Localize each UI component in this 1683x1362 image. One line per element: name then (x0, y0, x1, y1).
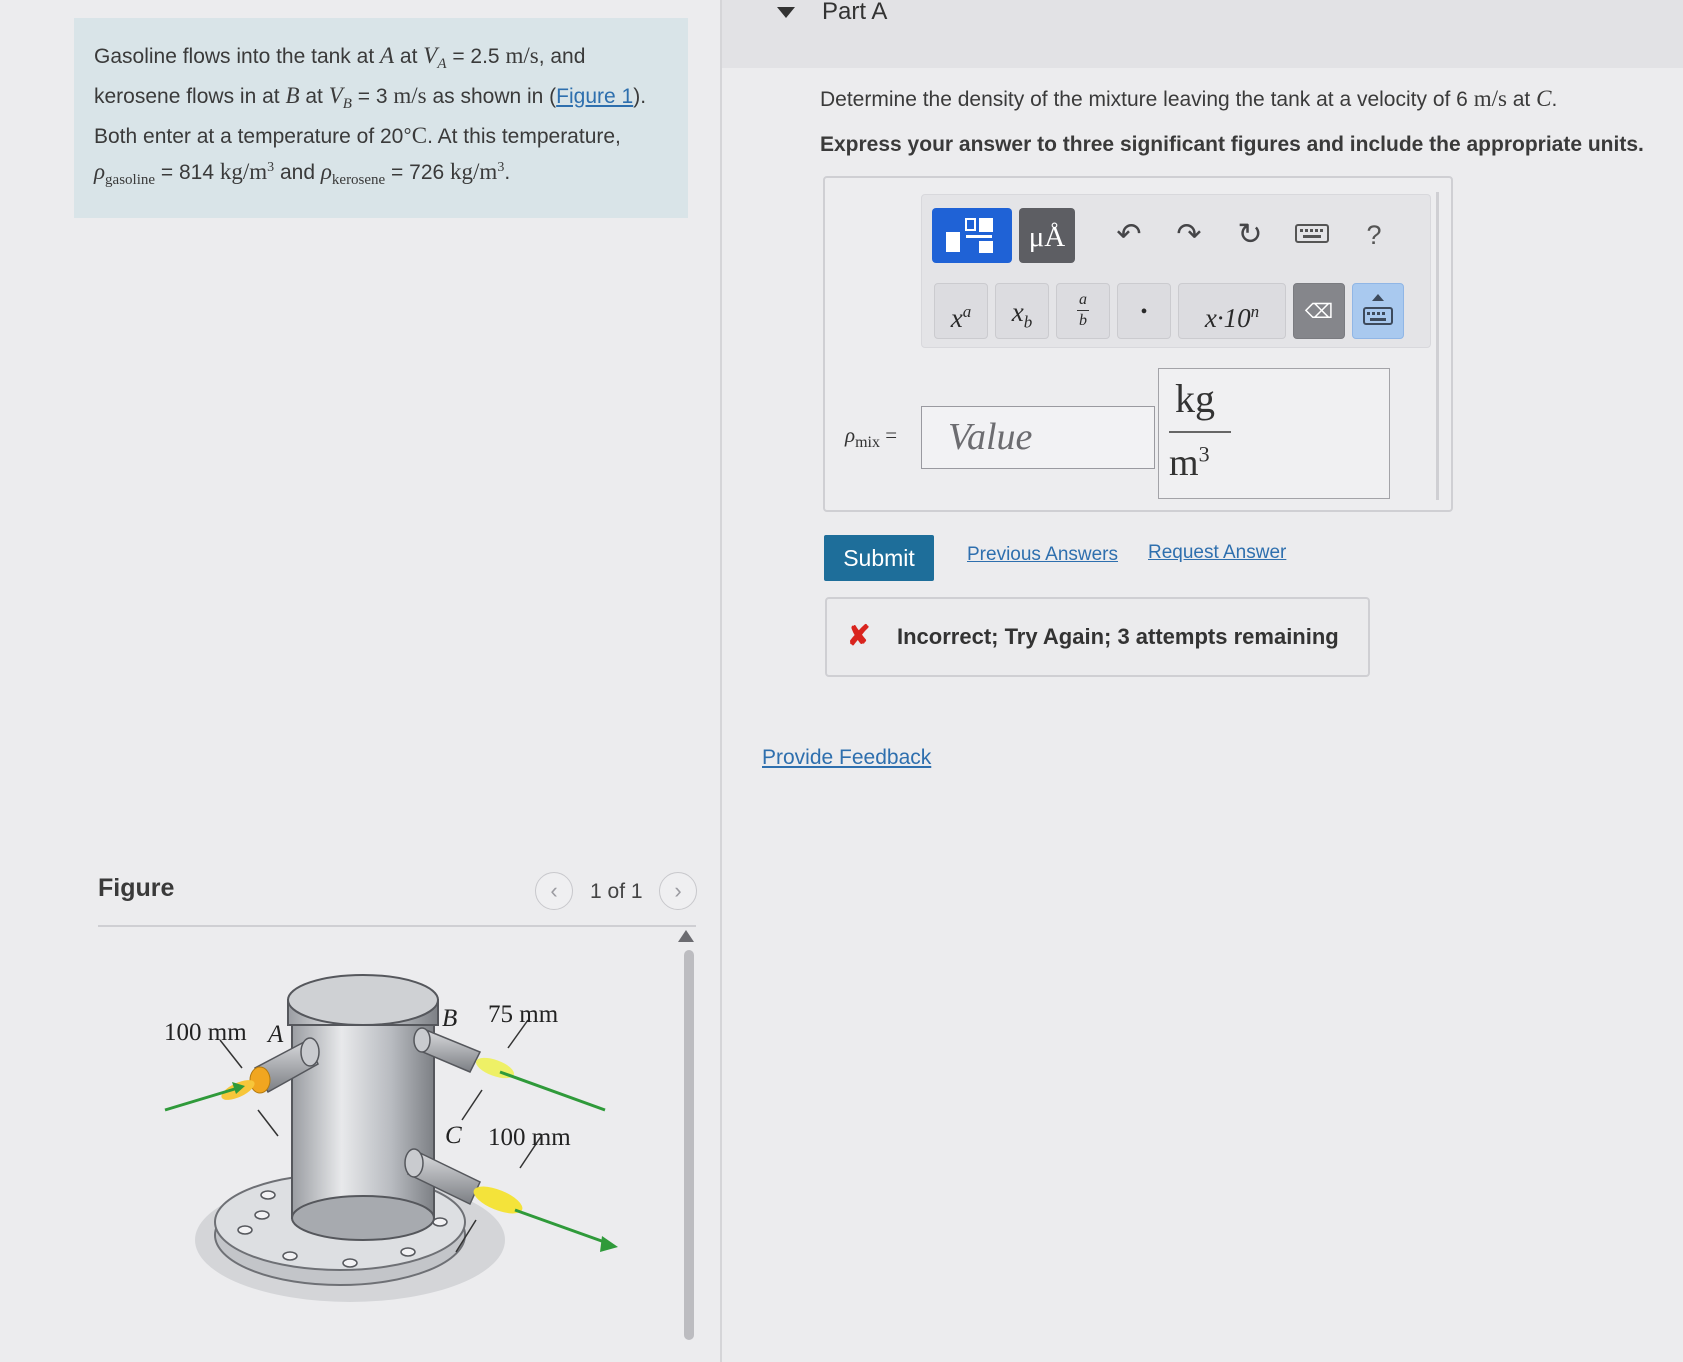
figure-pager: 1 of 1 (590, 880, 643, 903)
label-dim-c: 100 mm (488, 1124, 571, 1151)
instructions-text: Express your answer to three significant… (820, 133, 1644, 156)
problem-column: Gasoline flows into the tank at A at VA … (0, 0, 720, 1362)
subscript-button[interactable]: xb (995, 283, 1049, 339)
label-point-a: A (266, 1021, 284, 1048)
chevron-left-icon: ‹ (550, 878, 558, 903)
question-text: Determine the density of the mixture lea… (820, 86, 1558, 111)
feedback-message: ✘ Incorrect; Try Again; 3 attempts remai… (825, 597, 1370, 677)
request-answer-link[interactable]: Request Answer (1148, 542, 1286, 564)
answer-variable-label: ρmix = (845, 423, 898, 452)
superscript-button[interactable]: xa (934, 283, 988, 339)
label-dim-a: 100 mm (164, 1019, 247, 1046)
caret-down-icon[interactable] (777, 7, 795, 18)
math-toolbar: μÅ ↶ ↷ ↻ ? xa xb a b • x·10n ⌫ (921, 194, 1431, 348)
panel-scrollbar[interactable] (1436, 192, 1439, 500)
unit-numerator: kg (1175, 376, 1215, 421)
chevron-right-icon: › (674, 878, 682, 903)
figure-divider (98, 925, 696, 927)
help-icon[interactable]: ? (1354, 215, 1394, 255)
templates-icon (946, 218, 993, 253)
figure-title: Figure (98, 874, 175, 902)
tank-figure: 100 mm A B 75 mm C 100 mm (164, 974, 618, 1302)
tank-top (287, 974, 439, 1026)
figure-prev-button[interactable]: ‹ (535, 872, 573, 910)
unit-denominator: m3 (1169, 441, 1210, 484)
answer-panel: μÅ ↶ ↷ ↻ ? xa xb a b • x·10n ⌫ ρmix = Va… (823, 176, 1453, 512)
figure-link[interactable]: Figure 1 (556, 85, 633, 108)
part-title: Part A (822, 0, 888, 25)
redo-icon[interactable]: ↷ (1169, 215, 1209, 255)
figure-next-button[interactable]: › (659, 872, 697, 910)
backspace-icon: ⌫ (1304, 301, 1334, 323)
flow-arrow-c (514, 1208, 611, 1246)
units-button[interactable]: μÅ (1019, 208, 1075, 263)
scroll-up-arrow-icon[interactable] (678, 930, 694, 942)
units-input[interactable]: kg m3 (1158, 368, 1390, 499)
backspace-button[interactable]: ⌫ (1293, 283, 1345, 339)
provide-feedback-link[interactable]: Provide Feedback (762, 746, 931, 770)
unit-fraction-bar (1169, 431, 1231, 433)
reset-icon[interactable]: ↻ (1230, 215, 1270, 255)
scientific-notation-button[interactable]: x·10n (1178, 283, 1286, 339)
keyboard-toggle-button[interactable] (1352, 283, 1404, 339)
part-a-column: Part A Determine the density of the mixt… (722, 0, 1683, 1362)
flow-arrow-b (499, 1070, 606, 1112)
problem-statement: Gasoline flows into the tank at A at VA … (74, 18, 688, 218)
previous-answers-link[interactable]: Previous Answers (967, 544, 1118, 566)
templates-button[interactable] (932, 208, 1012, 263)
feedback-text: Incorrect; Try Again; 3 attempts remaini… (897, 624, 1339, 649)
dot-button[interactable]: • (1117, 283, 1171, 339)
submit-button[interactable]: Submit (824, 535, 934, 581)
label-point-b: B (442, 1005, 457, 1032)
error-x-icon: ✘ (847, 620, 871, 651)
figure-scrollbar[interactable] (684, 950, 694, 1340)
keyboard-toggle-icon (1363, 294, 1393, 325)
label-point-c: C (445, 1122, 462, 1149)
label-dim-b: 75 mm (488, 1001, 559, 1028)
keyboard-icon[interactable] (1292, 215, 1332, 255)
part-header[interactable]: Part A (722, 0, 1683, 68)
undo-icon[interactable]: ↶ (1109, 215, 1149, 255)
fraction-button[interactable]: a b (1056, 283, 1110, 339)
value-input[interactable]: Value (921, 406, 1155, 469)
